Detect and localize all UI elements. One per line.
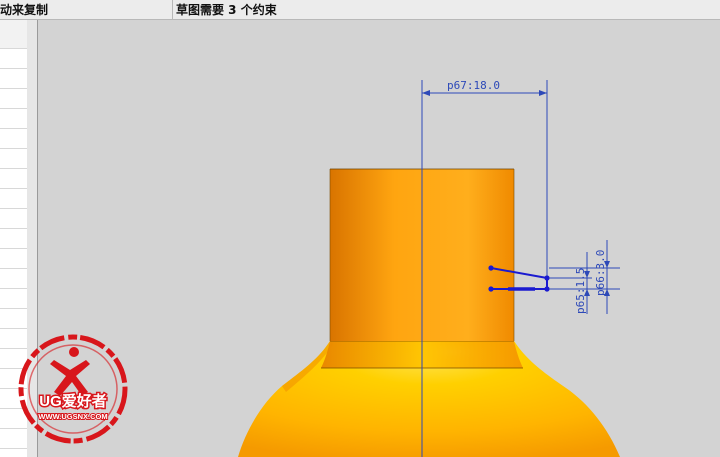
- dimension-p65[interactable]: p65:1.5: [574, 252, 590, 314]
- status-left-text: 动来复制: [0, 0, 173, 20]
- graphics-viewport[interactable]: p67:18.0 p65:1.5 p66:3.0: [38, 20, 720, 457]
- dimension-p67-label[interactable]: p67:18.0: [447, 79, 500, 92]
- watermark-url: WWW.UGSNX.COM: [38, 412, 107, 421]
- dimension-p66[interactable]: p66:3.0: [594, 240, 610, 314]
- watermark-brand: UG爱好者: [39, 392, 107, 410]
- dimension-p65-label[interactable]: p65:1.5: [574, 268, 587, 314]
- model-scene[interactable]: p67:18.0 p65:1.5 p66:3.0: [38, 20, 720, 457]
- dimension-p66-label[interactable]: p66:3.0: [594, 250, 607, 296]
- status-bar: 动来复制 草图需要 3 个约束: [0, 0, 720, 20]
- runner-icon: [50, 347, 90, 396]
- ug-watermark-logo: UG爱好者 WWW.UGSNX.COM: [14, 330, 132, 448]
- status-message: 草图需要 3 个约束: [176, 3, 277, 17]
